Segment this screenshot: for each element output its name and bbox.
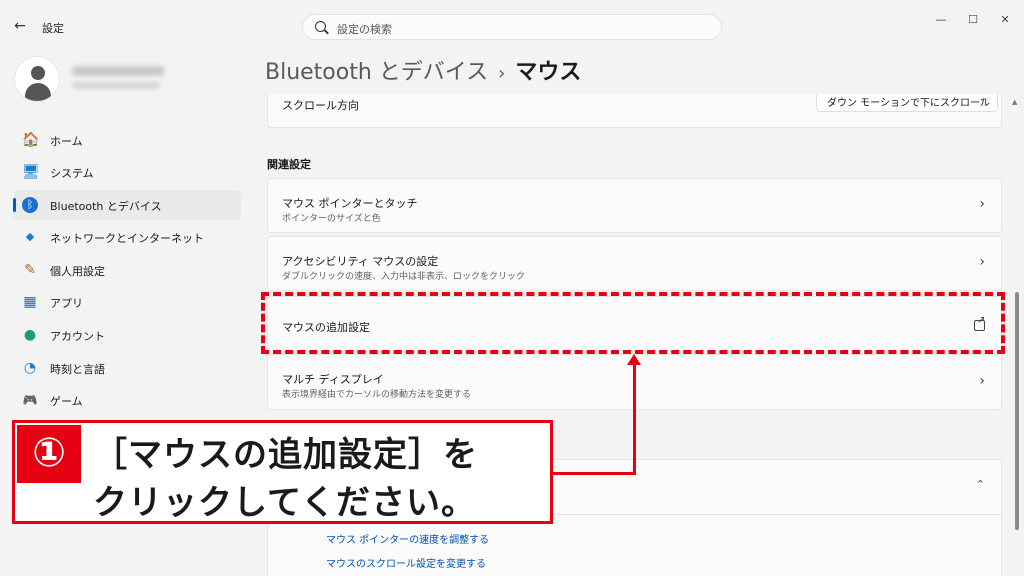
sidebar-item-time-language[interactable]: ◔ 時刻と言語 (14, 353, 241, 383)
related-item-pointer-touch[interactable]: マウス ポインターとタッチ ポインターのサイズと色 › (267, 178, 1002, 233)
sidebar-item-label: システム (50, 167, 94, 180)
gamepad-icon: 🎮 (22, 393, 38, 407)
sidebar-item-label: ホーム (50, 135, 83, 148)
apps-icon: ▦ (23, 294, 37, 310)
scroll-direction-label: スクロール方向 (282, 99, 359, 112)
sidebar-item-bluetooth[interactable]: ᛒ Bluetooth とデバイス (13, 190, 241, 220)
maximize-button[interactable]: ☐ (958, 10, 988, 30)
scroll-up-arrow-icon[interactable]: ▲ (1012, 98, 1017, 106)
instruction-line-1: ［マウスの追加設定］を (93, 435, 478, 475)
home-icon: 🏠 (22, 132, 40, 148)
sidebar-item-label: 時刻と言語 (50, 363, 105, 376)
brush-icon: ✎ (24, 262, 36, 278)
wifi-icon: ◆ (25, 230, 35, 243)
sidebar-item-home[interactable]: 🏠 ホーム (14, 125, 241, 155)
app-title: 設定 (42, 22, 64, 35)
sidebar-item-gaming[interactable]: 🎮 ゲーム (14, 385, 241, 415)
sidebar-item-network[interactable]: ◆ ネットワークとインターネット (14, 222, 241, 252)
help-links-card: マウス ポインターの速度を調整する マウスのスクロール設定を変更する (267, 515, 1002, 576)
sidebar-item-label: アプリ (50, 297, 83, 310)
card-subtitle: 表示境界経由でカーソルの移動方法を変更する (282, 390, 472, 400)
sidebar-item-label: Bluetooth とデバイス (50, 200, 162, 213)
related-item-accessibility-mouse[interactable]: アクセシビリティ マウスの設定 ダブルクリックの速度、入力中は非表示、ロックをク… (267, 236, 1002, 291)
monitor-icon: 🖥 (22, 164, 40, 180)
chevron-right-icon: › (979, 373, 985, 389)
profile-name-redacted (72, 66, 164, 76)
search-placeholder: 設定の検索 (337, 23, 392, 36)
arrow-line (633, 358, 636, 474)
card-title: マウス ポインターとタッチ (282, 197, 418, 210)
search-input[interactable]: 設定の検索 (302, 14, 722, 40)
scroll-direction-card: スクロール方向 ダウン モーションで下にスクロール ⌄ (267, 94, 1002, 128)
back-arrow-icon[interactable]: ← (10, 16, 30, 36)
card-subtitle: ダブルクリックの速度、入力中は非表示、ロックをクリック (282, 272, 526, 282)
page-title: マウス (515, 60, 582, 85)
profile-email-redacted (72, 82, 160, 89)
breadcrumb: Bluetooth とデバイス › マウス (265, 54, 581, 86)
person-icon: ● (23, 327, 37, 343)
bluetooth-icon: ᛒ (22, 197, 38, 213)
search-icon (315, 21, 326, 32)
sidebar-item-accounts[interactable]: ● アカウント (14, 320, 241, 350)
highlight-box (261, 292, 1005, 354)
arrow-line (553, 472, 636, 475)
instruction-line-2: クリックしてください。 (93, 483, 476, 523)
chevron-right-icon: › (979, 196, 985, 212)
step-number-badge: ① (17, 425, 81, 483)
sidebar-item-apps[interactable]: ▦ アプリ (14, 287, 241, 317)
card-title: アクセシビリティ マウスの設定 (282, 255, 439, 268)
chevron-down-icon: ⌄ (978, 94, 987, 104)
breadcrumb-parent[interactable]: Bluetooth とデバイス (265, 60, 488, 85)
sidebar-item-system[interactable]: 🖥 システム (14, 157, 241, 187)
chevron-right-icon: › (979, 254, 985, 270)
instruction-callout: ① ［マウスの追加設定］を クリックしてください。 (12, 420, 553, 524)
sidebar-item-label: ゲーム (50, 395, 83, 408)
scrollbar-thumb[interactable] (1015, 292, 1019, 530)
sidebar-item-label: ネットワークとインターネット (50, 232, 204, 245)
dropdown-value: ダウン モーションで下にスクロール (827, 98, 990, 109)
sidebar-item-label: アカウント (50, 330, 105, 343)
title-bar: ← 設定 設定の検索 — ☐ ✕ (0, 0, 1024, 48)
sidebar-item-label: 個人用設定 (50, 265, 105, 278)
sidebar-item-personalization[interactable]: ✎ 個人用設定 (14, 255, 241, 285)
help-link-scroll-settings[interactable]: マウスのスクロール設定を変更する (326, 555, 486, 570)
scroll-direction-dropdown[interactable]: ダウン モーションで下にスクロール ⌄ (816, 94, 998, 112)
section-heading: 関連設定 (267, 158, 311, 171)
avatar[interactable] (14, 56, 60, 102)
card-subtitle: ポインターのサイズと色 (282, 214, 381, 224)
chevron-up-icon: ⌃ (975, 478, 985, 491)
minimize-button[interactable]: — (926, 10, 956, 30)
globe-clock-icon: ◔ (23, 360, 37, 376)
help-link-pointer-speed[interactable]: マウス ポインターの速度を調整する (326, 531, 489, 546)
close-button[interactable]: ✕ (990, 10, 1020, 30)
card-title: マルチ ディスプレイ (282, 373, 384, 386)
chevron-right-icon: › (498, 63, 506, 84)
